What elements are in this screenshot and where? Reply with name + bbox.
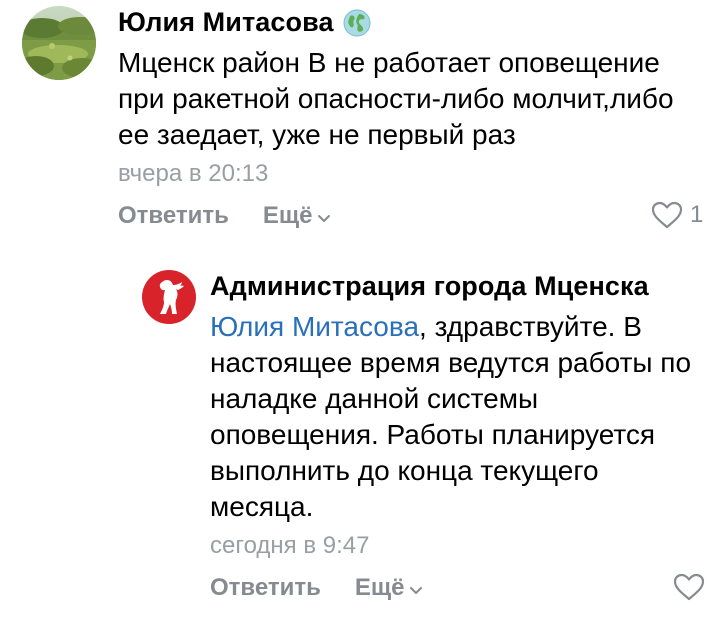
reply-text-line: месяца. <box>210 491 314 522</box>
reply-text: Юлия Митасова, здравствуйте. В настоящее… <box>210 309 691 525</box>
author-name[interactable]: Администрация города Мценска <box>210 271 649 302</box>
city-avatar[interactable] <box>140 268 198 326</box>
comment-text: Мценск район В не работает оповещение пр… <box>118 45 674 153</box>
landscape-avatar-image <box>22 6 96 80</box>
comment-text-line: Мценск район В не работает оповещение <box>118 47 660 78</box>
user-avatar[interactable] <box>22 6 96 80</box>
comment-text-line: при ракетной опасности-либо молчит,либо <box>118 83 674 114</box>
reply-text-line: наладке данной системы <box>210 383 539 414</box>
author-row: Юлия Митасова <box>118 7 372 38</box>
like-button[interactable] <box>672 572 706 602</box>
globe-icon <box>342 8 372 38</box>
reply-text-first-rest: , здравствуйте. В <box>419 311 642 342</box>
chevron-down-icon <box>409 583 423 594</box>
comment-timestamp: вчера в 20:13 <box>118 160 269 187</box>
mention-link[interactable]: Юлия Митасова <box>210 311 419 342</box>
like-button[interactable]: 1 <box>650 200 703 230</box>
author-name[interactable]: Юлия Митасова <box>118 7 334 38</box>
more-button[interactable]: Ещё <box>263 202 331 230</box>
reply-button[interactable]: Ответить <box>118 202 229 230</box>
more-label: Ещё <box>354 574 405 601</box>
chevron-down-icon <box>317 211 331 222</box>
reply-text-line: Юлия Митасова, здравствуйте. В <box>210 309 691 345</box>
city-emblem-icon <box>142 270 196 324</box>
like-count: 1 <box>690 201 704 228</box>
reply-timestamp: сегодня в 9:47 <box>210 532 370 559</box>
comment-actions: Ответить Ещё <box>118 202 331 230</box>
reply-text-line: оповещения. Работы планируется <box>210 419 656 450</box>
heart-icon <box>650 200 684 230</box>
more-button[interactable]: Ещё <box>355 574 423 602</box>
reply-button[interactable]: Ответить <box>210 574 321 602</box>
heart-icon <box>672 572 706 602</box>
reply-text-line: настоящее время ведутся работы по <box>210 347 692 378</box>
comment-text-line: ее заедает, уже не первый раз <box>118 119 516 150</box>
author-row: Администрация города Мценска <box>210 271 649 302</box>
more-label: Ещё <box>262 202 313 229</box>
reply-actions: Ответить Ещё <box>210 574 423 602</box>
reply-text-line: выполнить до конца текущего <box>210 455 599 486</box>
